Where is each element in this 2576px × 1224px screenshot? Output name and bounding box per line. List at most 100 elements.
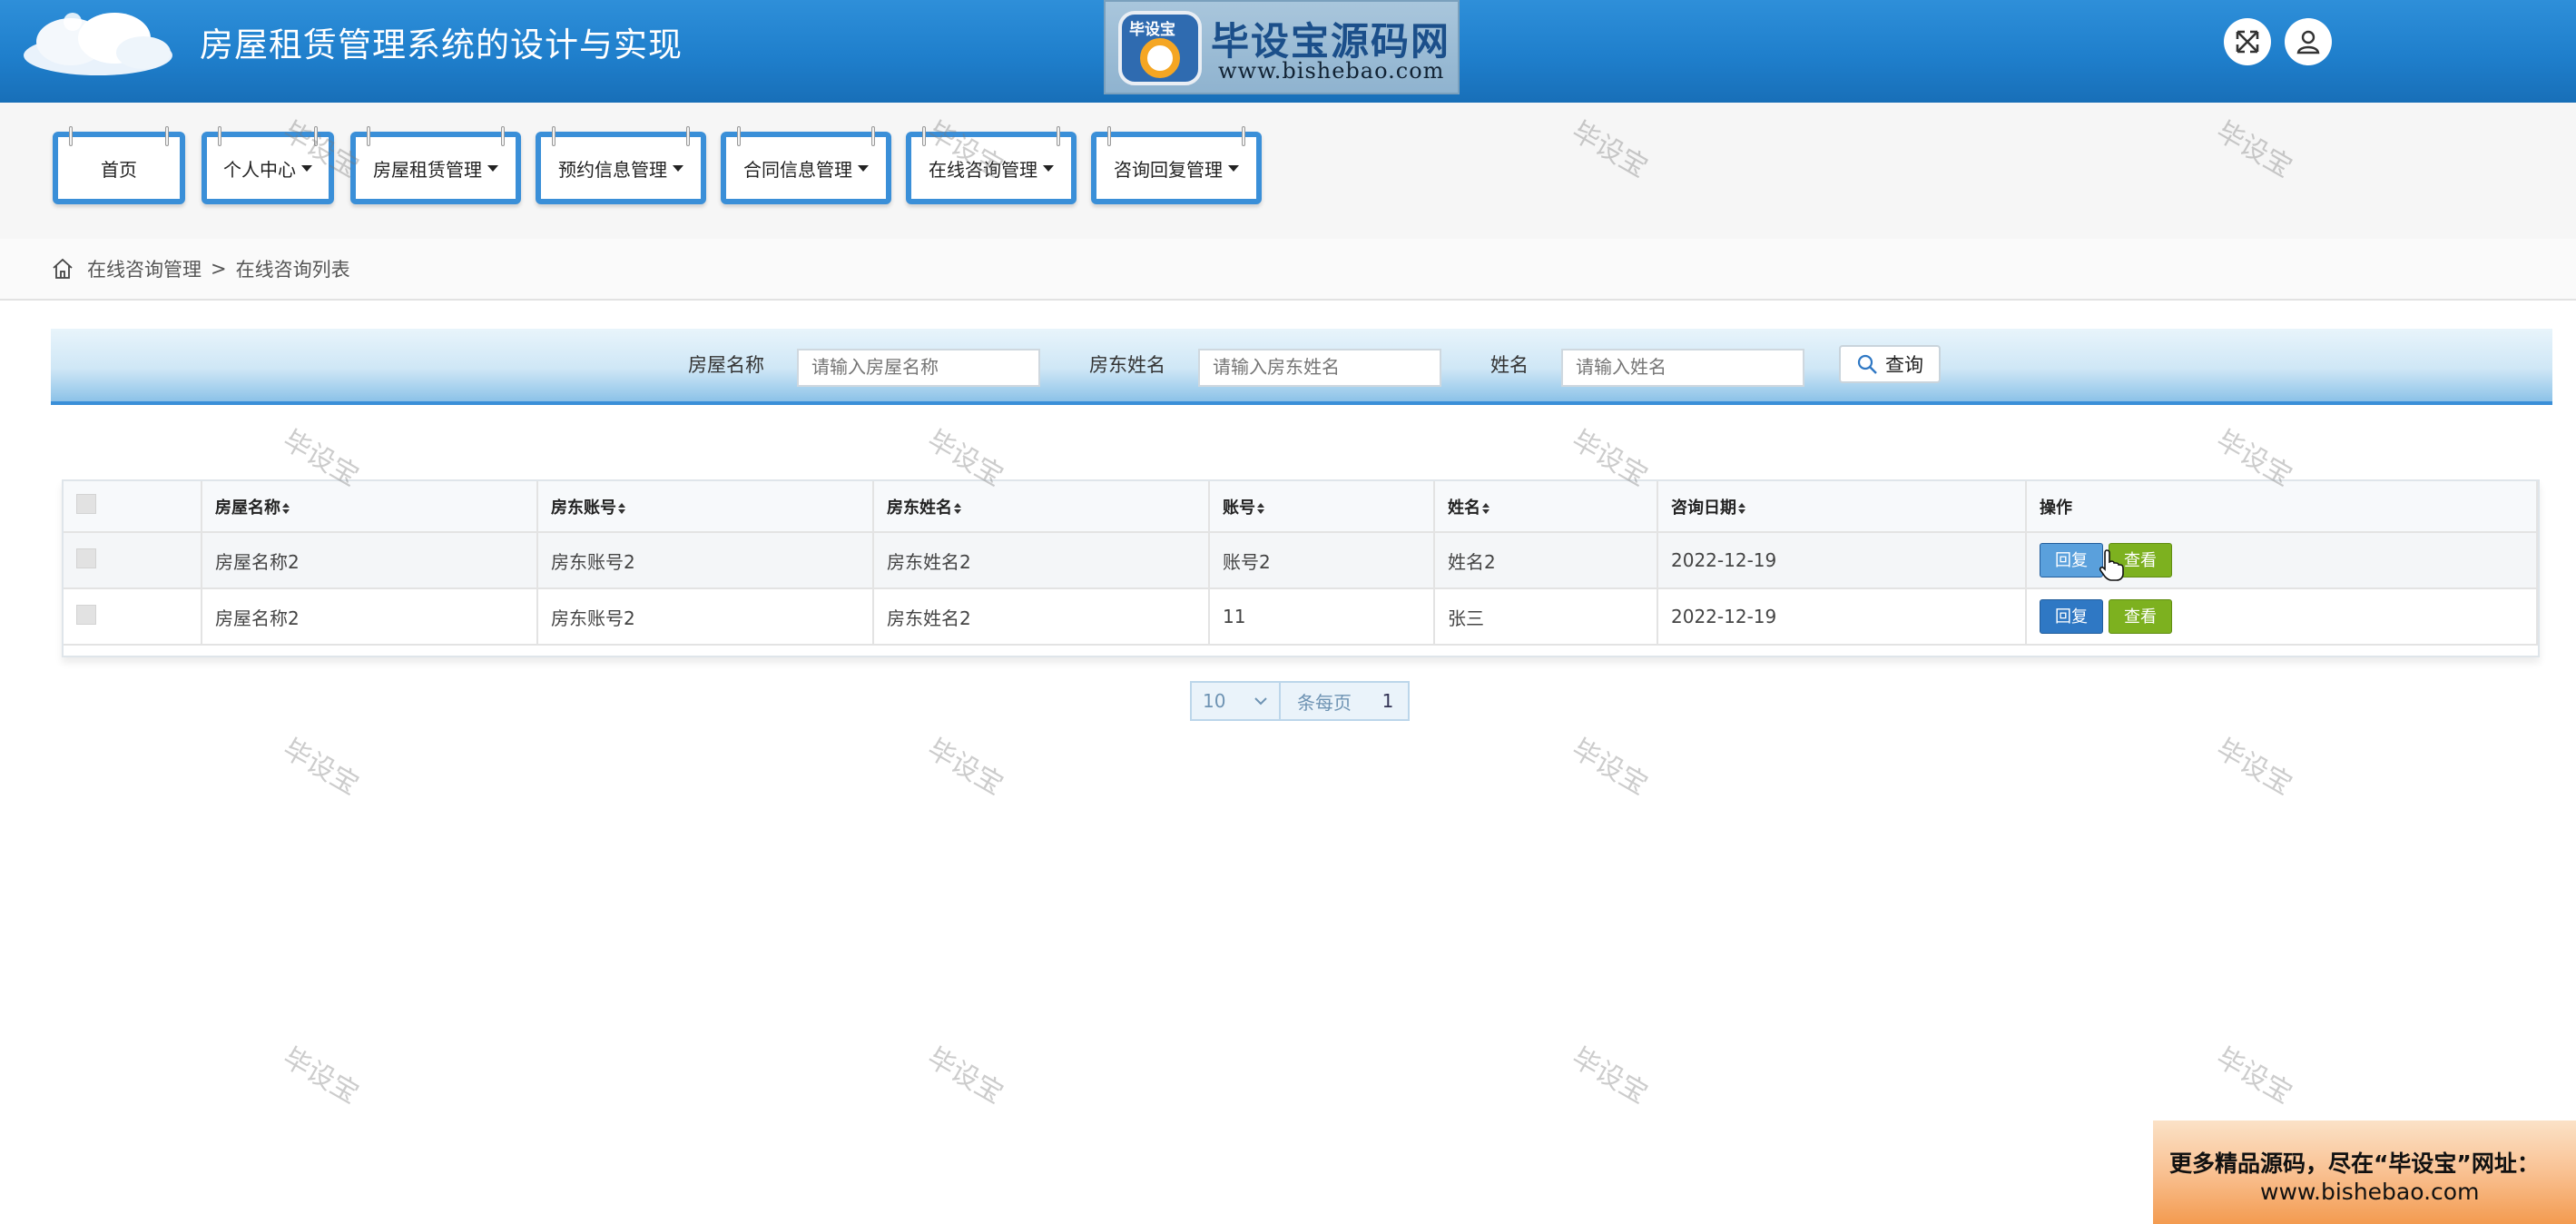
breadcrumb-separator: > [211, 258, 227, 280]
cell-landlord-name: 房东姓名2 [873, 588, 1210, 646]
nav-item-label: 个人中心 [223, 158, 296, 181]
sort-icon [954, 502, 961, 514]
site-title: 房屋租赁管理系统的设计与实现 [200, 25, 683, 64]
caret-down-icon [301, 164, 312, 172]
fullscreen-icon [2236, 30, 2259, 54]
watermark-text: 毕设宝 [1566, 1041, 1653, 1110]
sort-icon [1257, 502, 1264, 514]
search-button[interactable]: 查询 [1839, 345, 1941, 383]
search-button-label: 查询 [1885, 354, 1923, 376]
search-bar: 房屋名称 房东姓名 姓名 查询 [51, 329, 2552, 405]
column-header-landlord-name[interactable]: 房东姓名 [873, 481, 1210, 533]
cloud-icon [24, 13, 172, 75]
column-header-landlord-account[interactable]: 房东账号 [537, 481, 874, 533]
user-icon [2296, 30, 2320, 54]
top-header: 房屋租赁管理系统的设计与实现 毕设宝 毕设宝源码网 www.bishebao.c… [0, 0, 2576, 103]
promo-line-1: 更多精品源码，尽在“毕设宝”网址： [2169, 1150, 2540, 1177]
caret-down-icon [487, 164, 498, 172]
nav-item-label: 咨询回复管理 [1114, 158, 1223, 181]
logo-badge-icon: 毕设宝 [1118, 11, 1202, 85]
select-all-cell [64, 481, 202, 533]
nav-item-contract[interactable]: 合同信息管理 [721, 126, 891, 204]
cell-landlord-name: 房东姓名2 [873, 532, 1210, 589]
watermark-text: 毕设宝 [2210, 733, 2297, 802]
table-row: 房屋名称2 房东账号2 房东姓名2 11 张三 2022-12-19 回复 查看 [64, 588, 2538, 646]
caret-down-icon [1043, 164, 1054, 172]
cell-landlord-account: 房东账号2 [537, 588, 874, 646]
breadcrumb-bar: 在线咨询管理 > 在线咨询列表 [0, 239, 2576, 301]
nav-item-label: 首页 [101, 158, 137, 181]
reply-button[interactable]: 回复 [2040, 543, 2103, 577]
nav-item-house-rental[interactable]: 房屋租赁管理 [350, 126, 521, 204]
row-checkbox[interactable] [76, 604, 96, 625]
cell-house-name: 房屋名称2 [202, 588, 538, 646]
pagination: 10 条每页 1 [1190, 681, 1410, 721]
nav-item-personal-center[interactable]: 个人中心 [202, 126, 334, 204]
select-all-checkbox[interactable] [76, 494, 96, 514]
promo-banner[interactable]: 更多精品源码，尽在“毕设宝”网址： www.bishebao.com [2153, 1120, 2576, 1224]
watermark-text: 毕设宝 [277, 733, 364, 802]
cell-consult-date: 2022-12-19 [1657, 532, 2027, 589]
logo-badge-text: 毕设宝 [1129, 21, 1175, 39]
sort-icon [1738, 502, 1745, 514]
user-button[interactable] [2285, 18, 2332, 65]
home-icon[interactable] [51, 257, 74, 281]
nav-item-label: 在线咨询管理 [929, 158, 1037, 181]
cell-consult-date: 2022-12-19 [1657, 588, 2027, 646]
page-number[interactable]: 1 [1368, 683, 1408, 719]
site-logo: 毕设宝 毕设宝源码网 www.bishebao.com [1104, 0, 1460, 94]
search-icon [1857, 354, 1877, 374]
nav-item-consult-reply[interactable]: 咨询回复管理 [1091, 126, 1262, 204]
pointer-cursor-icon [2099, 549, 2124, 581]
page-size-select[interactable]: 10 [1192, 683, 1281, 719]
logo-url: www.bishebao.com [1218, 58, 1445, 84]
sort-icon [618, 502, 625, 514]
cell-actions: 回复 查看 [2026, 588, 2538, 646]
watermark-text: 毕设宝 [277, 1041, 364, 1110]
column-header-account[interactable]: 账号 [1209, 481, 1435, 533]
nav-item-label: 合同信息管理 [743, 158, 852, 181]
breadcrumb: 在线咨询管理 > 在线咨询列表 [51, 255, 350, 282]
nav-item-online-consult[interactable]: 在线咨询管理 [906, 126, 1077, 204]
sort-icon [1482, 502, 1490, 514]
nav-item-appointment[interactable]: 预约信息管理 [536, 126, 706, 204]
watermark-text: 毕设宝 [1566, 733, 1653, 802]
page-size-value: 10 [1203, 690, 1226, 712]
caret-down-icon [673, 164, 683, 172]
breadcrumb-item-current: 在线咨询列表 [235, 259, 350, 281]
house-name-label: 房屋名称 [688, 354, 764, 376]
promo-line-2: www.bishebao.com [2260, 1179, 2480, 1205]
fullscreen-button[interactable] [2224, 18, 2271, 65]
cell-house-name: 房屋名称2 [202, 532, 538, 589]
per-page-label: 条每页 [1297, 691, 1352, 714]
row-checkbox[interactable] [76, 548, 96, 568]
cell-account: 账号2 [1209, 532, 1435, 589]
cell-name: 姓名2 [1434, 532, 1658, 589]
nav-item-home[interactable]: 首页 [53, 126, 185, 204]
column-header-consult-date[interactable]: 咨询日期 [1657, 481, 2027, 533]
chevron-down-icon [1254, 697, 1267, 706]
cell-name: 张三 [1434, 588, 1658, 646]
caret-down-icon [858, 164, 869, 172]
landlord-name-label: 房东姓名 [1089, 354, 1165, 376]
breadcrumb-item-section[interactable]: 在线咨询管理 [87, 255, 202, 282]
column-header-name[interactable]: 姓名 [1434, 481, 1658, 533]
view-button[interactable]: 查看 [2109, 599, 2172, 634]
reply-button[interactable]: 回复 [2040, 599, 2103, 634]
main-nav: 首页 个人中心 房屋租赁管理 预约信息管理 合同信息管理 在线咨询管理 咨询回复… [0, 103, 2576, 239]
column-header-actions: 操作 [2026, 481, 2538, 533]
landlord-name-input[interactable] [1198, 349, 1441, 387]
consult-table: 房屋名称 房东账号 房东姓名 账号 姓名 咨询日期 操作 房屋名称2 房东账号2… [62, 479, 2540, 657]
nav-item-label: 预约信息管理 [558, 158, 667, 181]
house-name-input[interactable] [797, 349, 1040, 387]
column-header-house-name[interactable]: 房屋名称 [202, 481, 538, 533]
sort-icon [282, 502, 290, 514]
cell-account: 11 [1209, 588, 1435, 646]
name-label: 姓名 [1490, 354, 1529, 376]
cell-landlord-account: 房东账号2 [537, 532, 874, 589]
watermark-text: 毕设宝 [921, 733, 1008, 802]
table-row: 房屋名称2 房东账号2 房东姓名2 账号2 姓名2 2022-12-19 回复查… [64, 532, 2538, 589]
watermark-text: 毕设宝 [921, 1041, 1008, 1110]
name-input[interactable] [1561, 349, 1804, 387]
caret-down-icon [1228, 164, 1239, 172]
